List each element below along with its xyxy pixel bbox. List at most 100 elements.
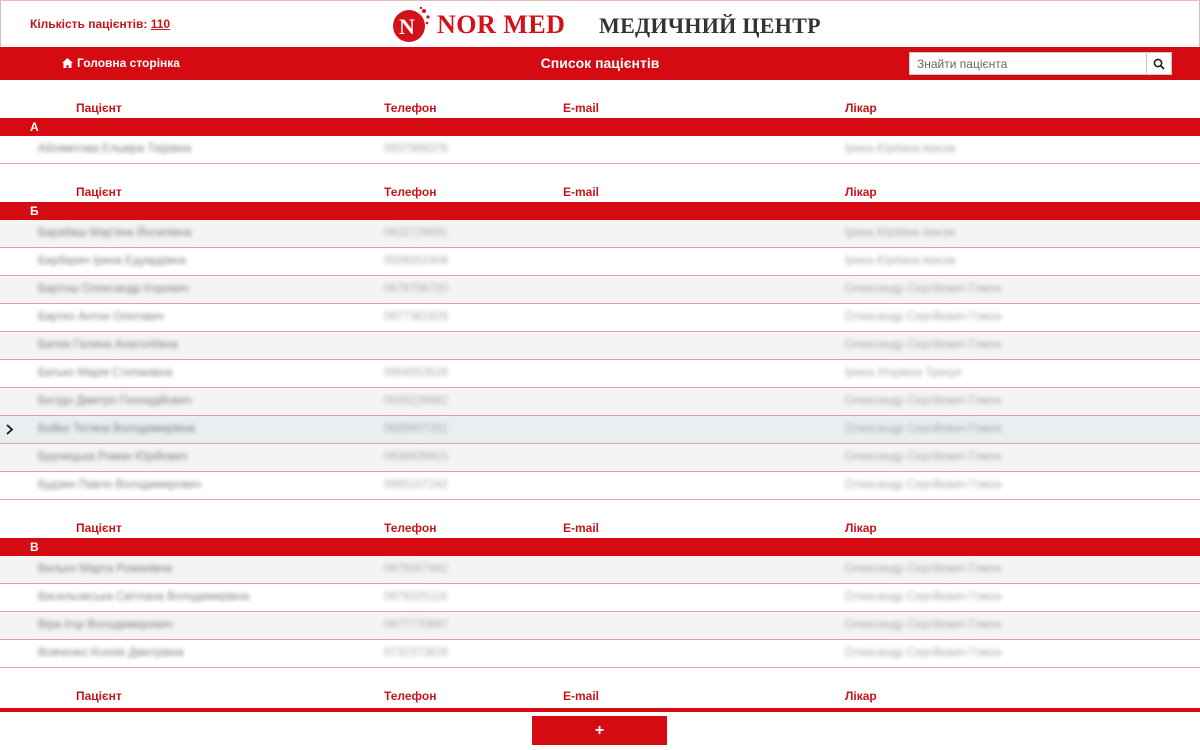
column-headers: Пацієнт Телефон E-mail Лікар <box>0 80 1200 118</box>
svg-text:N: N <box>399 14 415 39</box>
patient-doctor: Ірина Юріївна Івасик <box>845 255 956 267</box>
patient-phone: 0679325116 <box>384 591 448 603</box>
navbar: Головна сторінка Список пацієнтів <box>0 47 1200 80</box>
patient-name: Бруницька Роман Юрійович <box>38 451 188 463</box>
column-header-phone[interactable]: Телефон <box>384 689 436 703</box>
normed-logo[interactable]: N NOR MED <box>391 4 565 46</box>
patient-name: Вовченко Ксенія Дмитрівна <box>38 647 184 659</box>
patient-row[interactable]: Бартко Антон Олегович 0677381929 Олександр… <box>0 304 1200 332</box>
patient-name: Васильовська Світлана Володимирівна <box>38 591 250 603</box>
patient-row[interactable]: Барабаш Мар'яна Йосипівна 0632729091 Ірина… <box>0 220 1200 248</box>
center-title: МЕДИЧНИЙ ЦЕНТР <box>599 13 821 38</box>
top-header: Кількість пацієнтів: 110 N NOR MED МЕДИЧ… <box>0 0 1200 47</box>
patient-row[interactable]: Вовченко Ксенія Дмитрівна 0732373828 Олекс… <box>0 640 1200 668</box>
column-header-doctor[interactable]: Лікар <box>845 185 877 199</box>
logo-text: NOR MED <box>437 10 566 39</box>
patient-doctor: Олександр Сергійович Гомон <box>845 563 1002 575</box>
patient-row[interactable]: Бойко Тетяна Володимирівна 0689907261 Олек… <box>0 416 1200 444</box>
selected-row-chevron-icon <box>6 424 14 438</box>
patient-name: Бартко Антон Олегович <box>38 311 164 323</box>
patient-phone: 0676706720 <box>384 283 448 295</box>
patient-doctor: Олександр Сергійович Гомон <box>845 451 1002 463</box>
patient-phone: 0677381929 <box>384 311 448 323</box>
patient-doctor: Олександр Сергійович Гомон <box>845 647 1002 659</box>
patient-list: Пацієнт Телефон E-mail Лікар А Аблямітова Ель… <box>0 80 1200 706</box>
column-header-phone[interactable]: Телефон <box>384 521 436 535</box>
search-input[interactable] <box>910 53 1146 74</box>
patient-doctor: Олександр Сергійович Гомон <box>845 423 1002 435</box>
patient-name: Барбарич Ірина Едуардівна <box>38 255 186 267</box>
patient-doctor: Олександр Сергійович Гомон <box>845 395 1002 407</box>
patient-phone: 0632729091 <box>384 227 448 239</box>
add-patient-button[interactable]: + <box>532 716 667 745</box>
search-button[interactable] <box>1146 53 1171 74</box>
patient-phone: 0985107242 <box>384 479 448 491</box>
patient-phone: 0937998376 <box>384 143 448 155</box>
patient-row[interactable]: Батюк Галина Анатоліївна Олександр Сергій… <box>0 332 1200 360</box>
column-header-doctor[interactable]: Лікар <box>845 689 877 703</box>
column-headers: Пацієнт Телефон E-mail Лікар <box>0 668 1200 706</box>
column-header-email[interactable]: E-mail <box>563 521 599 535</box>
patient-phone: 0689907261 <box>384 423 448 435</box>
patient-name: Будзин Павло Володимирович <box>38 479 202 491</box>
patient-row[interactable]: Батько Марія Степанівна 0954553528 Ірина У… <box>0 360 1200 388</box>
patient-count: Кількість пацієнтів: 110 <box>30 17 170 31</box>
patient-name: Віра Ігор Володимирович <box>38 619 173 631</box>
column-header-phone[interactable]: Телефон <box>384 185 436 199</box>
patient-row[interactable]: Будзин Павло Володимирович 0985107242 Олек… <box>0 472 1200 500</box>
column-header-email[interactable]: E-mail <box>563 689 599 703</box>
patient-name: Аблямітова Ельвіра Таїрівна <box>38 143 192 155</box>
patient-name: Валько Марта Романівна <box>38 563 173 575</box>
letter-group-bar: Б <box>0 202 1200 220</box>
column-headers: Пацієнт Телефон E-mail Лікар <box>0 500 1200 538</box>
patient-row[interactable]: Барбарич Ірина Едуардівна 0506002408 Ірина… <box>0 248 1200 276</box>
patient-doctor: Ірина Угорівна Трихух <box>845 367 962 379</box>
patient-row[interactable]: Васильовська Світлана Володимирівна 06793… <box>0 584 1200 612</box>
patient-name: Барабаш Мар'яна Йосипівна <box>38 227 192 239</box>
patient-name: Бесідо Дмитро Геннадійович <box>38 395 192 407</box>
column-header-patient[interactable]: Пацієнт <box>76 101 122 115</box>
column-header-doctor[interactable]: Лікар <box>845 101 877 115</box>
patient-row[interactable]: Валько Марта Романівна 0975007442 Олександ… <box>0 556 1200 584</box>
column-header-phone[interactable]: Телефон <box>384 101 436 115</box>
home-icon <box>62 58 73 68</box>
column-header-patient[interactable]: Пацієнт <box>76 521 122 535</box>
patient-doctor: Олександр Сергійович Гомон <box>845 619 1002 631</box>
column-header-patient[interactable]: Пацієнт <box>76 689 122 703</box>
column-header-patient[interactable]: Пацієнт <box>76 185 122 199</box>
patient-phone: 0732373828 <box>384 647 448 659</box>
patient-row[interactable]: Бруницька Роман Юрійович 0938839915 Олекса… <box>0 444 1200 472</box>
patient-doctor: Олександр Сергійович Гомон <box>845 591 1002 603</box>
patient-phone: 0509226682 <box>384 395 448 407</box>
patient-name: Батько Марія Степанівна <box>38 367 173 379</box>
letter-group-bar: А <box>0 118 1200 136</box>
bottom-divider <box>0 708 1200 712</box>
patient-phone: 0506002408 <box>384 255 448 267</box>
patient-phone: 0975007442 <box>384 563 448 575</box>
patient-count-label: Кількість пацієнтів: <box>30 17 148 31</box>
patient-phone: 0938839915 <box>384 451 448 463</box>
patient-doctor: Ірина Юріївна Івасик <box>845 227 956 239</box>
column-header-doctor[interactable]: Лікар <box>845 521 877 535</box>
patient-row[interactable]: Бартош Олександр Ігорович 0676706720 Олекс… <box>0 276 1200 304</box>
column-header-email[interactable]: E-mail <box>563 185 599 199</box>
column-header-email[interactable]: E-mail <box>563 101 599 115</box>
patient-row[interactable]: Аблямітова Ельвіра Таїрівна 0937998376 Іри… <box>0 136 1200 164</box>
patient-row[interactable]: Віра Ігор Володимирович 0977770997 Олексан… <box>0 612 1200 640</box>
patient-phone: 0977770997 <box>384 619 448 631</box>
patient-count-value[interactable]: 110 <box>151 17 170 31</box>
patient-name: Бартош Олександр Ігорович <box>38 283 189 295</box>
patient-doctor: Олександр Сергійович Гомон <box>845 283 1002 295</box>
patient-doctor: Олександр Сергійович Гомон <box>845 311 1002 323</box>
patient-doctor: Олександр Сергійович Гомон <box>845 479 1002 491</box>
search-box <box>909 52 1172 75</box>
patient-row[interactable]: Бесідо Дмитро Геннадійович 0509226682 Олек… <box>0 388 1200 416</box>
column-headers: Пацієнт Телефон E-mail Лікар <box>0 164 1200 202</box>
normed-logo-icon: N <box>393 6 430 42</box>
patient-phone: 0954553528 <box>384 367 448 379</box>
home-link[interactable]: Головна сторінка <box>62 56 180 70</box>
letter-group-bar: В <box>0 538 1200 556</box>
patient-doctor: Ірина Юріївна Івасик <box>845 143 956 155</box>
patient-name: Бойко Тетяна Володимирівна <box>38 423 196 435</box>
search-icon <box>1153 58 1165 70</box>
